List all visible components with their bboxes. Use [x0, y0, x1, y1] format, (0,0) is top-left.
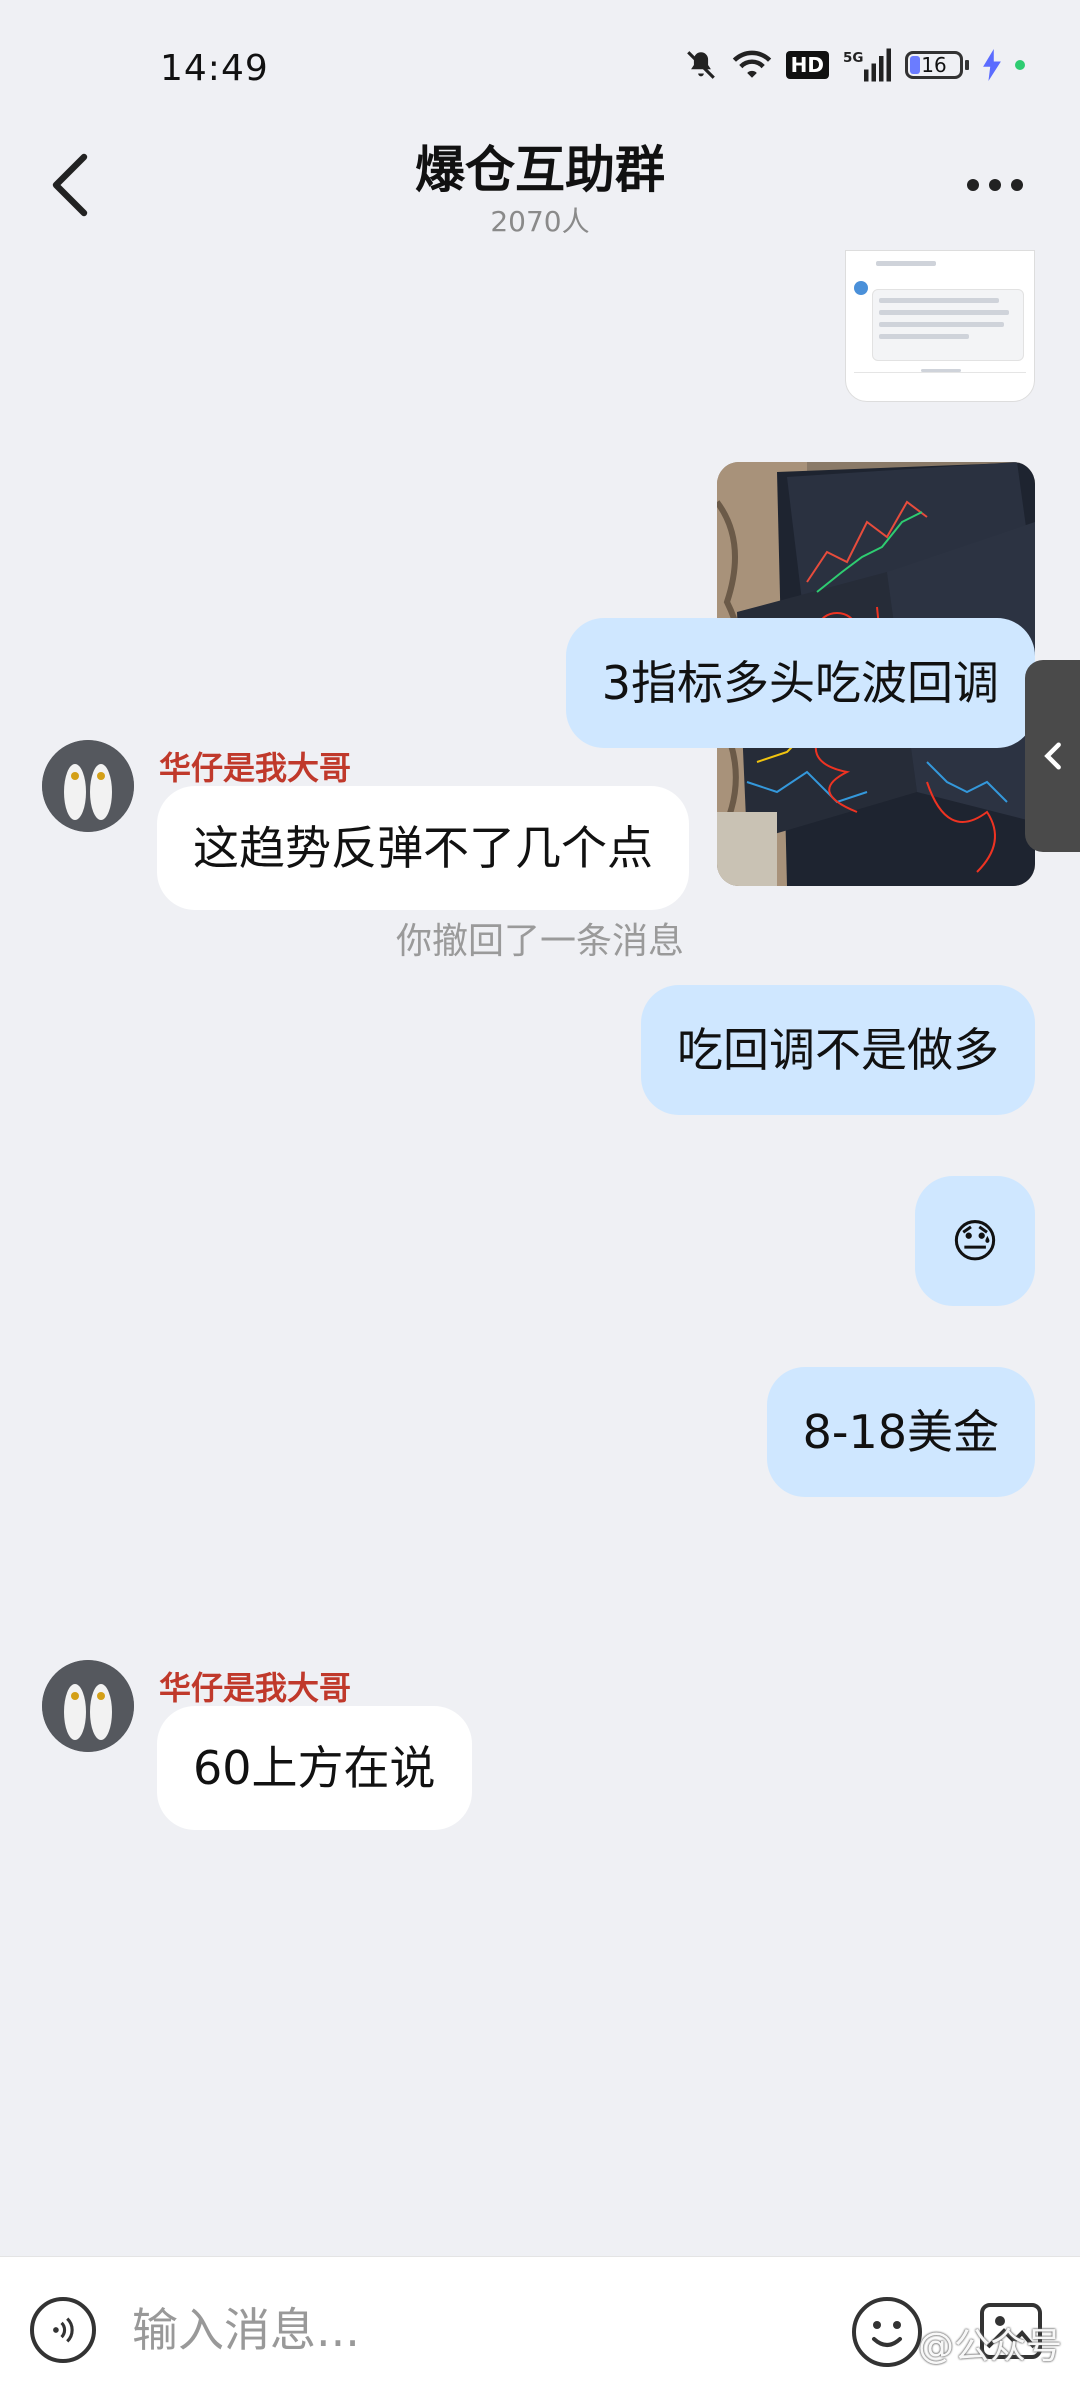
member-count: 2070人: [490, 205, 590, 238]
more-icon: [967, 179, 979, 191]
system-message: 你撤回了一条消息: [395, 921, 684, 962]
message-bubble-mine[interactable]: 8-18美金: [766, 1367, 1035, 1497]
hd-badge: HD: [785, 51, 829, 79]
wifi-icon: [732, 49, 772, 81]
message-bubble-mine[interactable]: 吃回调不是做多: [641, 985, 1035, 1115]
back-icon: [52, 153, 88, 217]
battery-level: 16: [921, 53, 947, 77]
emoji-button[interactable]: [852, 2297, 922, 2367]
battery-icon: 16: [905, 51, 969, 79]
watermark: @公众号: [917, 2326, 1062, 2367]
message-bubble-mine[interactable]: 3指标多头吃波回调: [565, 618, 1035, 748]
sweat-emoji: 😓: [951, 1214, 999, 1268]
side-panel-toggle[interactable]: [1025, 660, 1080, 852]
svg-text:5G: 5G: [843, 50, 863, 66]
chat-messages[interactable]: 3指标多头吃波回调 华仔是我大哥 这趋势反弹不了几个点 你撤回了一条消息 吃回调…: [0, 250, 1080, 2250]
charging-icon: [983, 49, 1001, 81]
chat-header: 爆仓互助群 2070人: [0, 130, 1080, 250]
privacy-dot: [1015, 60, 1025, 70]
mute-icon: [684, 48, 718, 82]
message-bubble-other[interactable]: 这趋势反弹不了几个点: [157, 786, 689, 910]
status-icons: HD 5G 16: [684, 48, 1025, 82]
voice-icon: [53, 2317, 74, 2343]
back-button[interactable]: [30, 140, 110, 230]
sender-name: 华仔是我大哥: [159, 749, 352, 787]
message-bubble-other[interactable]: 60上方在说: [157, 1706, 472, 1830]
signal-icon: 5G: [843, 48, 891, 82]
emoji-icon: [872, 2321, 902, 2347]
message-input[interactable]: [130, 2287, 694, 2373]
avatar[interactable]: [42, 1660, 134, 1752]
avatar[interactable]: [42, 740, 134, 832]
sender-name: 华仔是我大哥: [159, 1669, 352, 1707]
status-bar: 14:49 HD 5G 16: [0, 0, 1080, 130]
more-button[interactable]: [950, 155, 1040, 215]
group-title: 爆仓互助群: [415, 141, 665, 199]
emoji-message-bubble[interactable]: 😓: [915, 1176, 1035, 1306]
voice-button[interactable]: [30, 2297, 96, 2363]
status-time: 14:49: [160, 48, 269, 89]
chevron-left-icon: [1043, 742, 1061, 770]
screenshot-image-message[interactable]: [845, 250, 1035, 402]
input-bar: @公众号: [0, 2256, 1080, 2401]
